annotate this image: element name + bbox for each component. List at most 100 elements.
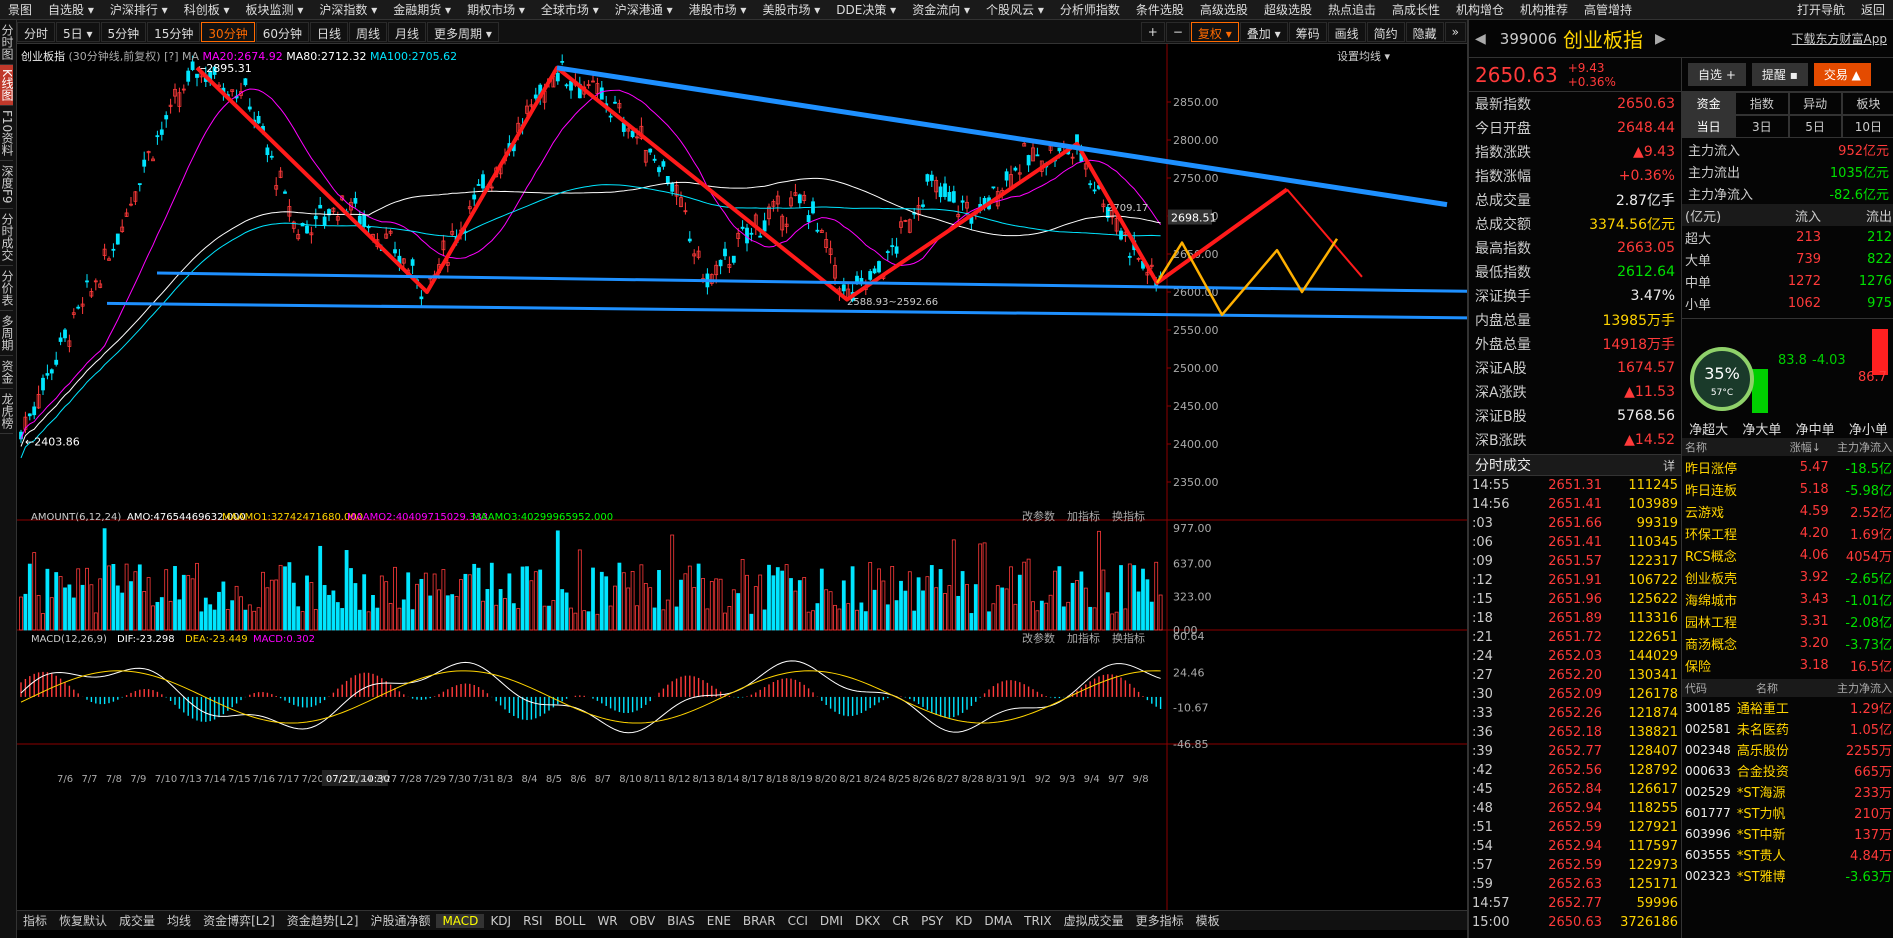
sector-row[interactable]: 保险 3.18 16.5亿 (1682, 654, 1893, 676)
stock-row[interactable]: 300185 通裕重工 1.29亿 (1682, 697, 1893, 718)
period-button[interactable]: 15分钟 (147, 21, 201, 42)
period-button[interactable]: 5日 ▾ (56, 21, 100, 42)
stock-row[interactable]: 603555 *ST贵人 4.84万 (1682, 844, 1893, 865)
left-tab[interactable]: 多周期 (0, 311, 14, 356)
trade-button[interactable]: 交易 ▲ (1813, 63, 1871, 86)
stock-row[interactable]: 002348 高乐股份 2255万 (1682, 739, 1893, 760)
sector-row[interactable]: 创业板壳 3.92 -2.65亿 (1682, 566, 1893, 588)
tick-list[interactable]: 14:55 2651.31 111245 14:56 2651.41 103989:03 2… (1469, 476, 1681, 932)
left-tab[interactable]: 分时图 (0, 20, 14, 65)
indicator-tab[interactable]: 指标 (17, 912, 53, 929)
panel-op-button[interactable]: 改参数 (1022, 631, 1055, 645)
menu-item[interactable]: 期权市场 ▾ (459, 1, 533, 18)
stock-row[interactable]: 601777 *ST力帆 210万 (1682, 802, 1893, 823)
sector-row[interactable]: RCS概念 4.06 4054万 (1682, 544, 1893, 566)
remind-button[interactable]: 提醒 ▪ (1751, 63, 1808, 86)
menu-item[interactable]: 科创板 ▾ (176, 1, 238, 18)
period-button[interactable]: 5分钟 (100, 21, 147, 42)
indicator-tab[interactable]: TRIX (1018, 914, 1057, 928)
indicator-tab[interactable]: DKX (849, 914, 886, 928)
ticks-detail-button[interactable]: 详 (1663, 457, 1675, 474)
menu-item[interactable]: 金融期货 ▾ (385, 1, 459, 18)
indicator-tab[interactable]: CCI (782, 914, 814, 928)
tool-button[interactable]: » (1444, 21, 1466, 42)
tool-button[interactable]: − (1165, 21, 1190, 42)
left-tab[interactable]: 分时成交 (0, 209, 14, 266)
sector-row[interactable]: 昨日连板 5.18 -5.98亿 (1682, 478, 1893, 500)
panel-op-button[interactable]: 加指标 (1067, 631, 1100, 645)
kline-svg[interactable]: 2850.002800.002750.002700.002650.002600.… (17, 44, 1467, 910)
prev-arrow-icon[interactable]: ◀ (1475, 31, 1486, 47)
sector-header-cell[interactable]: 涨幅↓ (1753, 439, 1824, 455)
menu-item[interactable]: 高成长性 (1384, 1, 1448, 18)
indicator-tab[interactable]: PSY (915, 914, 949, 928)
stock-row[interactable]: 000633 合金投资 665万 (1682, 760, 1893, 781)
flow-tab[interactable]: 异动 (1788, 92, 1842, 115)
indicator-tab[interactable]: BIAS (661, 914, 701, 928)
indicator-tab[interactable]: 虚拟成交量 (1058, 912, 1130, 929)
menu-app-logo[interactable]: 景图 (0, 1, 40, 18)
indicator-tab[interactable]: 成交量 (113, 912, 161, 929)
indicator-tab[interactable]: DMA (978, 914, 1018, 928)
menu-item[interactable]: 自选股 ▾ (40, 1, 102, 18)
menu-right-item[interactable]: 打开导航 (1789, 1, 1853, 18)
period-tab[interactable]: 当日 (1682, 115, 1736, 138)
sector-row[interactable]: 云游戏 4.59 2.52亿 (1682, 500, 1893, 522)
tool-button[interactable]: 复权 ▾ (1190, 21, 1239, 42)
sector-row[interactable]: 园林工程 3.31 -2.08亿 (1682, 610, 1893, 632)
menu-item[interactable]: 分析师指数 (1052, 1, 1128, 18)
menu-item[interactable]: 沪深指数 ▾ (311, 1, 385, 18)
stock-row[interactable]: 002581 未名医药 1.05亿 (1682, 718, 1893, 739)
indicator-tab[interactable]: KDJ (484, 914, 517, 928)
flow-tab[interactable]: 板块 (1841, 92, 1893, 115)
tool-button[interactable]: 画线 (1327, 21, 1366, 42)
stock-row[interactable]: 002323 *ST雅博 -3.63万 (1682, 865, 1893, 886)
sector-row[interactable]: 环保工程 4.20 1.69亿 (1682, 522, 1893, 544)
indicator-tab[interactable]: 资金趋势[L2] (281, 912, 365, 929)
indicator-tab[interactable]: WR (591, 914, 623, 928)
sector-row[interactable]: 海绵城市 3.43 -1.01亿 (1682, 588, 1893, 610)
menu-item[interactable]: 热点追击 (1320, 1, 1384, 18)
menu-item[interactable]: 沪深港通 ▾ (607, 1, 681, 18)
tool-button[interactable]: 叠加 ▾ (1239, 21, 1288, 42)
panel-op-button[interactable]: 换指标 (1112, 509, 1145, 523)
menu-item[interactable]: 高级选股 (1192, 1, 1256, 18)
indicator-tab[interactable]: 均线 (161, 912, 197, 929)
tool-button[interactable]: 简约 (1366, 21, 1405, 42)
indicator-tab[interactable]: ENE (701, 914, 737, 928)
indicator-tab[interactable]: MACD (436, 913, 485, 928)
menu-item[interactable]: 美股市场 ▾ (754, 1, 828, 18)
period-button[interactable]: 60分钟 (255, 21, 309, 42)
panel-op-button[interactable]: 改参数 (1022, 509, 1055, 523)
period-button[interactable]: 30分钟 (201, 21, 255, 42)
indicator-tab[interactable]: 沪股通净额 (364, 912, 436, 929)
indicator-tab[interactable]: 更多指标 (1130, 912, 1190, 929)
tool-button[interactable]: 筹码 (1288, 21, 1327, 42)
menu-item[interactable]: DDE决策 ▾ (828, 1, 904, 18)
sector-header-cell[interactable]: 名称 (1682, 439, 1753, 455)
ma-setting-button[interactable]: 设置均线 ▾ (1337, 48, 1390, 64)
left-tab[interactable]: 龙虎榜 (0, 389, 14, 434)
indicator-tab[interactable]: CR (886, 914, 915, 928)
panel-op-button[interactable]: 换指标 (1112, 631, 1145, 645)
indicator-tab[interactable]: 恢复默认 (53, 912, 113, 929)
menu-item[interactable]: 沪深排行 ▾ (102, 1, 176, 18)
panel-op-button[interactable]: 加指标 (1067, 509, 1100, 523)
left-tab[interactable]: 深度F9 (0, 161, 14, 209)
help-icon[interactable]: [?] MA (164, 50, 199, 63)
sector-row[interactable]: 商汤概念 3.20 -3.73亿 (1682, 632, 1893, 654)
indicator-tab[interactable]: 模板 (1190, 912, 1226, 929)
tool-button[interactable]: 隐藏 (1405, 21, 1444, 42)
indicator-tab[interactable]: BRAR (737, 914, 782, 928)
indicator-tab[interactable]: DMI (814, 914, 849, 928)
tool-button[interactable]: + (1140, 21, 1165, 42)
menu-item[interactable]: 板块监测 ▾ (238, 1, 312, 18)
menu-item[interactable]: 港股市场 ▾ (681, 1, 755, 18)
menu-item[interactable]: 条件选股 (1128, 1, 1192, 18)
period-tab[interactable]: 5日 (1788, 115, 1842, 138)
indicator-tab[interactable]: BOLL (549, 914, 592, 928)
left-tab[interactable]: F10资料 (0, 106, 14, 162)
period-button[interactable]: 日线 (309, 21, 348, 42)
left-tab[interactable]: 资金 (0, 356, 14, 389)
next-arrow-icon[interactable]: ▶ (1655, 31, 1666, 47)
